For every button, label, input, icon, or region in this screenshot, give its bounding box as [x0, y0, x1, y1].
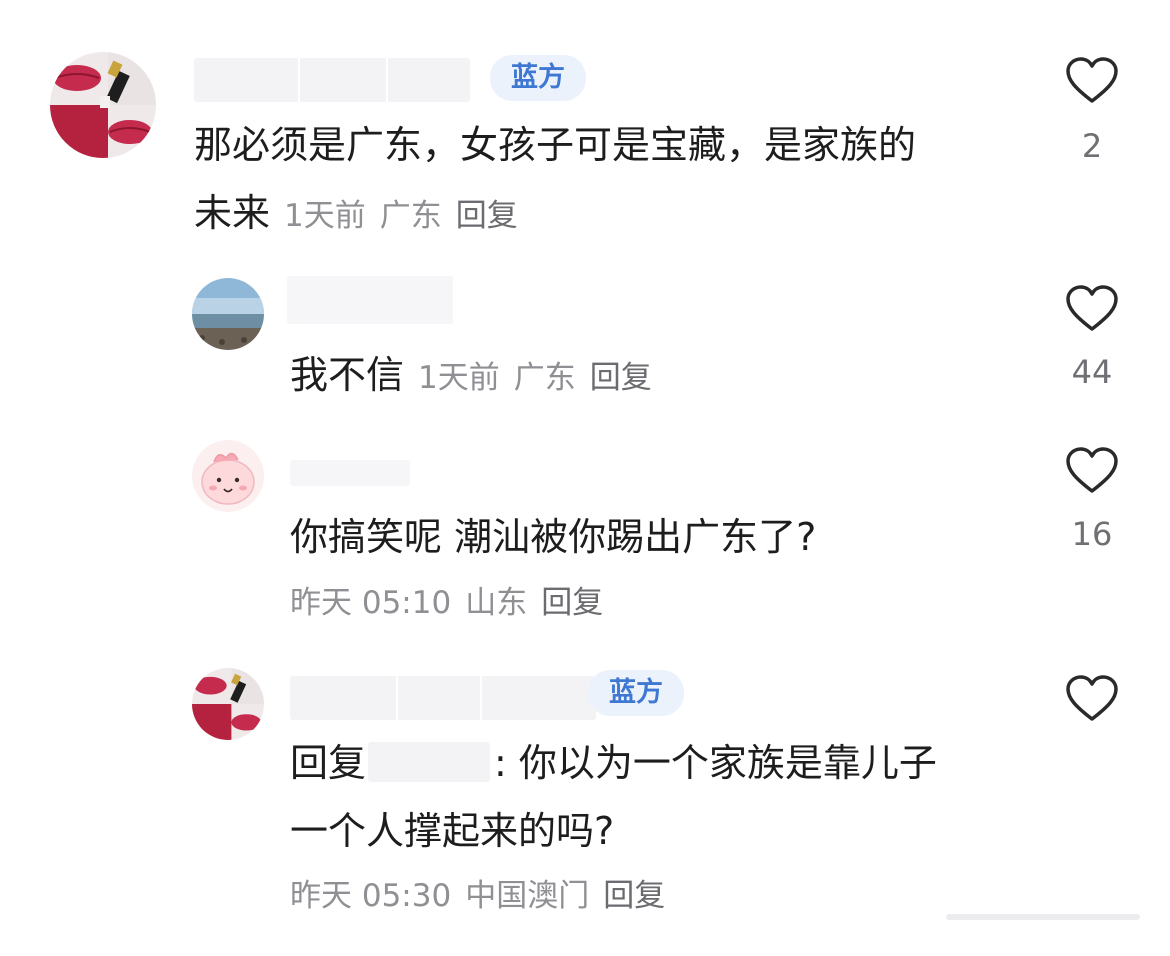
reply-button[interactable]: 回复: [603, 878, 665, 914]
like-count: 44: [1071, 353, 1113, 391]
comment-text-line: : 你以为一个家族是靠儿子: [494, 741, 937, 785]
reply-button[interactable]: 回复: [541, 585, 603, 621]
comment-text: 你搞笑呢 潮汕被你踢出广东了?: [290, 504, 816, 570]
comment-text-line: 一个人撑起来的吗?: [290, 809, 615, 853]
avatar-user-2[interactable]: [192, 278, 264, 350]
username-redacted[interactable]: [287, 276, 453, 324]
comment-text-cont: 一个人撑起来的吗?: [290, 798, 614, 864]
reply-button[interactable]: 回复: [590, 360, 652, 396]
like-button[interactable]: [1065, 56, 1119, 106]
watermark: [946, 914, 1140, 920]
like-button[interactable]: [1065, 446, 1119, 496]
avatar-user-4[interactable]: [192, 668, 264, 740]
username-redacted[interactable]: [290, 460, 410, 486]
avatar-user-3[interactable]: [192, 440, 264, 512]
comment-location: 广东: [379, 198, 442, 234]
side-badge: 蓝方: [588, 670, 684, 716]
like-count: 2: [1081, 127, 1103, 165]
comment-time: 1天前: [284, 198, 366, 234]
comment-text-cont: 未来 1天前 广东 回复: [194, 180, 532, 249]
avatar-image: [192, 440, 264, 512]
like-button[interactable]: [1065, 674, 1119, 724]
comment-location: 中国澳门: [465, 878, 590, 914]
avatar-image: [192, 278, 264, 350]
comment-text-line: 那必须是广东，女孩子可是宝藏，是家族的: [194, 123, 917, 167]
comment-text-line: 未来: [194, 191, 271, 235]
mention-redacted[interactable]: [368, 741, 491, 782]
comment-time: 昨天 05:30: [290, 878, 452, 914]
comment-location: 广东: [513, 360, 576, 396]
comment-time: 1天前: [418, 360, 500, 396]
reply-prefix: 回复: [290, 741, 367, 785]
heart-outline-icon: [1066, 285, 1118, 331]
comment-text-line: 你搞笑呢 潮汕被你踢出广东了?: [290, 515, 817, 559]
username-redacted[interactable]: [290, 676, 596, 720]
comment-text: 回复 : 你以为一个家族是靠儿子: [290, 730, 937, 796]
side-badge: 蓝方: [490, 55, 586, 101]
heart-outline-icon: [1066, 447, 1118, 493]
avatar-image: [192, 668, 264, 740]
comment-meta: 昨天 05:10 山东 回复: [290, 583, 617, 623]
comment-location: 山东: [465, 585, 528, 621]
heart-outline-icon: [1066, 675, 1118, 721]
comment-text-line: 我不信: [290, 353, 405, 397]
comment-meta: 昨天 05:30 中国澳门 回复: [290, 876, 679, 916]
avatar-image: [50, 52, 156, 158]
heart-outline-icon: [1066, 57, 1118, 103]
comment-text: 那必须是广东，女孩子可是宝藏，是家族的: [194, 112, 916, 178]
avatar-user-1[interactable]: [50, 52, 156, 158]
like-count: 16: [1071, 515, 1113, 553]
comment-time: 昨天 05:10: [290, 585, 452, 621]
username-redacted[interactable]: [194, 58, 470, 102]
like-button[interactable]: [1065, 284, 1119, 334]
reply-button[interactable]: 回复: [456, 198, 518, 234]
comment-text: 我不信 1天前 广东 回复: [290, 342, 666, 411]
